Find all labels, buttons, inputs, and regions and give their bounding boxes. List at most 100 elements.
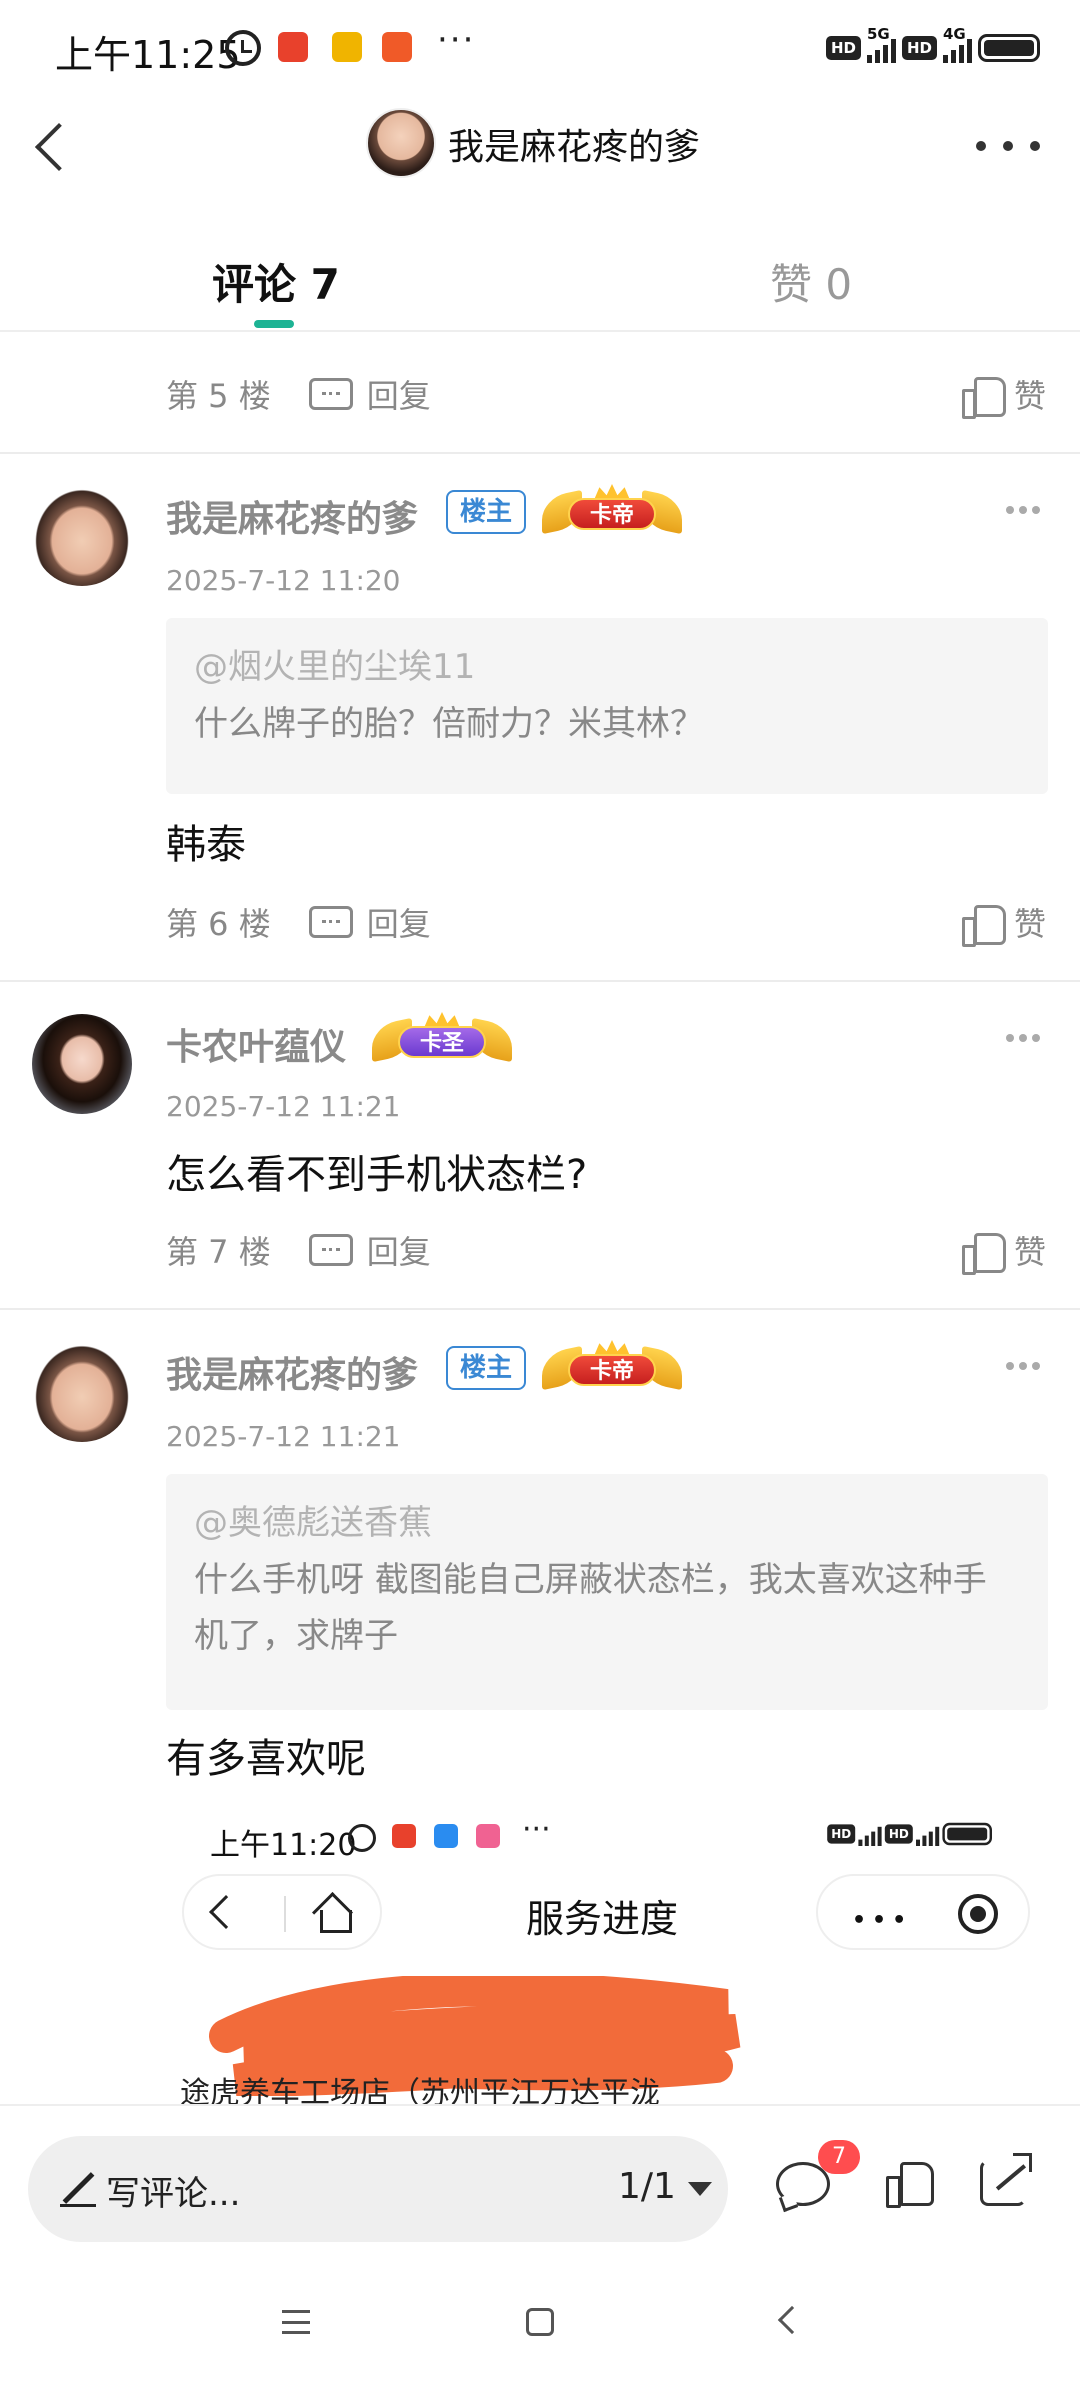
battery-icon <box>978 34 1040 62</box>
like-icon[interactable] <box>886 2158 934 2208</box>
embedded-partial-text: 途虎养车工场店（苏州平江万达平泷 <box>180 2076 660 2104</box>
comment-feed[interactable]: 第 5 楼 回复 赞 我是麻花疼的爹 楼主 卡帝 2025-7-12 11:20… <box>0 334 1080 2104</box>
rank-badge: 卡圣 <box>372 1012 512 1063</box>
embedded-battery-icon <box>942 1822 992 1846</box>
username[interactable]: 我是麻花疼的爹 <box>166 1346 418 1398</box>
thumb-up-icon[interactable] <box>961 1229 1006 1275</box>
rank-badge-label: 卡帝 <box>568 1354 656 1386</box>
like-button[interactable]: 赞 <box>961 892 1046 952</box>
reply-button[interactable]: 回复 <box>367 899 431 945</box>
post-time: 2025-7-12 11:20 <box>166 564 401 597</box>
embedded-alarm-icon <box>348 1824 376 1852</box>
embedded-signal-icon <box>858 1822 882 1846</box>
divider <box>0 980 1080 982</box>
like-button[interactable]: 赞 <box>961 364 1046 424</box>
embedded-more-icon: ••• <box>852 1908 913 1933</box>
app-icon-1 <box>278 32 308 62</box>
app-icon-3 <box>382 32 412 62</box>
tab-indicator <box>254 320 294 328</box>
home-icon[interactable] <box>526 2308 554 2336</box>
embedded-hd-icon: HD <box>827 1824 856 1844</box>
status-bar: 上午11:25 ··· HD 5G HD 4G <box>0 0 1080 96</box>
comment-more-icon[interactable] <box>1006 1362 1040 1372</box>
avatar[interactable] <box>32 1342 132 1442</box>
page-indicator[interactable]: 1/1 <box>618 2166 676 2207</box>
quoted-comment[interactable]: @烟火里的尘埃11 什么牌子的胎？倍耐力？米其林？ <box>166 618 1048 794</box>
embedded-title: 服务进度 <box>526 1897 679 1941</box>
comment-text: 有多喜欢呢 <box>166 1736 366 1782</box>
quote-author[interactable]: @烟火里的尘埃11 <box>194 644 1020 690</box>
signal-4g-icon: 4G <box>943 25 972 63</box>
tab-likes[interactable]: 赞 0 <box>770 251 852 312</box>
app-icon-2 <box>332 32 362 62</box>
avatar[interactable] <box>32 1014 132 1114</box>
hd-icon-2: HD <box>901 36 937 60</box>
share-icon[interactable] <box>980 2153 1032 2206</box>
tab-bar: 评论 7 赞 0 <box>0 196 1080 332</box>
quote-text: 什么手机呀 截图能自己屏蔽状态栏，我太喜欢这种手机了，求牌子 <box>194 1560 987 1656</box>
author-avatar[interactable] <box>366 108 436 178</box>
floor-label: 第 5 楼 <box>166 377 271 415</box>
page-title[interactable]: 我是麻花疼的爹 <box>448 118 700 170</box>
tab-comments[interactable]: 评论 7 <box>212 251 340 312</box>
embedded-home-icon <box>314 1894 352 1933</box>
divider <box>0 1308 1080 1310</box>
comment-more-icon[interactable] <box>1006 506 1040 516</box>
reply-icon[interactable] <box>308 906 353 938</box>
like-button[interactable]: 赞 <box>961 1220 1046 1280</box>
avatar[interactable] <box>32 486 132 586</box>
comment-more-icon[interactable] <box>1006 1034 1040 1044</box>
reply-icon[interactable] <box>308 1234 353 1266</box>
quoted-comment[interactable]: @奥德彪送香蕉 什么手机呀 截图能自己屏蔽状态栏，我太喜欢这种手机了，求牌子 <box>166 1474 1048 1710</box>
username[interactable]: 卡农叶蕴仪 <box>166 1018 346 1070</box>
comment-count-badge: 7 <box>818 2140 860 2174</box>
status-time: 上午11:25 <box>55 33 241 77</box>
quote-text: 什么牌子的胎？倍耐力？米其林？ <box>194 704 704 744</box>
reply-button[interactable]: 回复 <box>367 1227 431 1273</box>
comment-input[interactable]: 写评论... 1/1 <box>28 2136 728 2242</box>
floor-5-meta: 第 5 楼 回复 <box>166 364 431 424</box>
comment-text: 韩泰 <box>166 822 246 868</box>
like-label[interactable]: 赞 <box>1014 899 1046 945</box>
post-time: 2025-7-12 11:21 <box>166 1420 401 1453</box>
system-back-icon[interactable] <box>777 2305 807 2335</box>
like-label[interactable]: 赞 <box>1014 1227 1046 1273</box>
username[interactable]: 我是麻花疼的爹 <box>166 490 418 542</box>
thumb-up-icon[interactable] <box>961 373 1006 419</box>
embedded-capsule: ••• <box>816 1874 1030 1950</box>
menu-icon[interactable] <box>282 2310 310 2334</box>
chevron-down-icon[interactable] <box>688 2182 712 2196</box>
floor-label: 第 6 楼 <box>166 905 271 943</box>
status-more: ··· <box>437 20 476 60</box>
alarm-icon <box>225 30 261 66</box>
floor-7-meta: 第 7 楼 回复 <box>166 1220 431 1280</box>
comment-image[interactable]: 上午11:20 ··· HD HD 服务进度 ••• 途虎养车工场店（苏州平江万… <box>166 1810 1048 2104</box>
signal-5g-icon: 5G <box>866 25 896 63</box>
embedded-back-icon <box>209 1895 243 1929</box>
embedded-app-icon-2 <box>434 1824 458 1848</box>
op-badge: 楼主 <box>446 490 527 534</box>
embedded-close-icon <box>958 1894 998 1934</box>
reply-button[interactable]: 回复 <box>367 371 431 417</box>
top-nav: 我是麻花疼的爹 <box>0 96 1080 196</box>
quote-author[interactable]: @奥德彪送香蕉 <box>194 1500 1020 1546</box>
embedded-status-indicators: HD HD <box>827 1822 992 1846</box>
comment-input-placeholder[interactable]: 写评论... <box>106 2166 240 2215</box>
thumb-up-icon[interactable] <box>961 901 1006 947</box>
rank-badge: 卡帝 <box>542 484 682 535</box>
embedded-app-icon-1 <box>392 1824 416 1848</box>
network-5g-label: 5G <box>866 25 890 43</box>
divider <box>0 452 1080 454</box>
op-badge: 楼主 <box>446 1346 527 1390</box>
like-label[interactable]: 赞 <box>1014 371 1046 417</box>
bottom-bar: 写评论... 1/1 7 <box>0 2104 1080 2260</box>
back-icon[interactable] <box>26 118 76 178</box>
reply-icon[interactable] <box>308 378 353 410</box>
embedded-nav-pill <box>182 1874 382 1950</box>
system-nav-bar <box>0 2260 1080 2400</box>
floor-label: 第 7 楼 <box>166 1233 271 1271</box>
rank-badge: 卡帝 <box>542 1340 682 1391</box>
hd-icon: HD <box>825 36 861 60</box>
embedded-signal-icon-2 <box>916 1822 940 1846</box>
more-options-icon[interactable] <box>976 126 1040 166</box>
